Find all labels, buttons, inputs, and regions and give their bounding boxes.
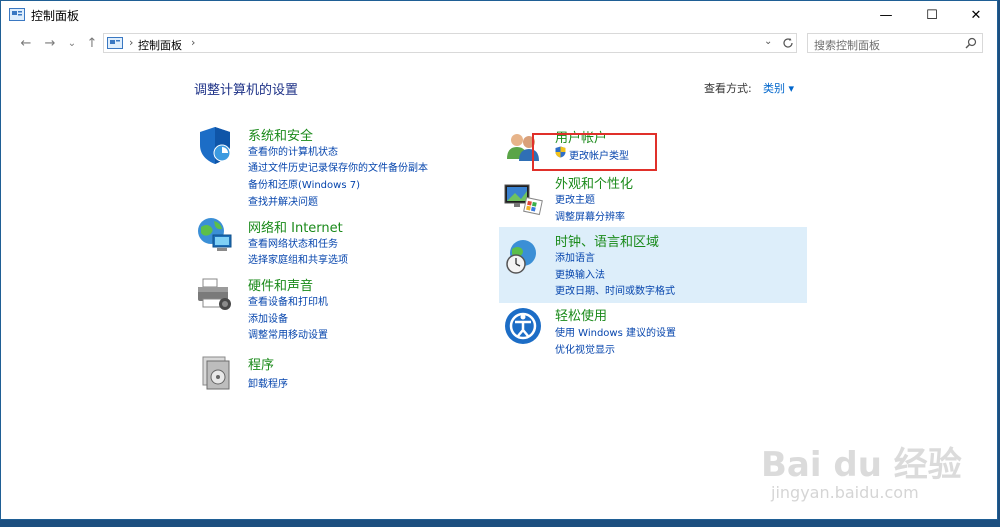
link-change-theme[interactable]: 更改主题 bbox=[555, 191, 595, 206]
category-clock-language-region[interactable]: 时钟、语言和区域 bbox=[555, 231, 659, 250]
link-date-time-format[interactable]: 更改日期、时间或数字格式 bbox=[555, 282, 675, 297]
watermark-logo: Bai du 经验 bbox=[761, 445, 962, 485]
baidu-watermark: Bai du 经验 jingyan.baidu.com bbox=[761, 437, 962, 502]
link-mobility-settings[interactable]: 调整常用移动设置 bbox=[248, 326, 328, 341]
category-ease-of-access[interactable]: 轻松使用 bbox=[555, 305, 607, 324]
link-homegroup-sharing[interactable]: 选择家庭组和共享选项 bbox=[248, 251, 348, 266]
forward-button[interactable]: → bbox=[41, 35, 59, 51]
back-button[interactable]: ← bbox=[17, 35, 35, 51]
link-recommended-settings[interactable]: 使用 Windows 建议的设置 bbox=[555, 324, 676, 339]
link-change-input-method[interactable]: 更换输入法 bbox=[555, 266, 605, 281]
page-title: 调整计算机的设置 bbox=[194, 83, 299, 98]
search-field[interactable]: 搜索控制面板 bbox=[807, 33, 983, 53]
category-appearance[interactable]: 外观和个性化 bbox=[555, 173, 633, 192]
link-screen-resolution[interactable]: 调整屏幕分辨率 bbox=[555, 208, 625, 223]
network-globe-icon[interactable] bbox=[195, 215, 235, 255]
printer-speaker-icon[interactable] bbox=[195, 275, 235, 315]
shield-icon[interactable] bbox=[195, 125, 235, 165]
view-by-label: 查看方式: bbox=[704, 82, 752, 95]
control-panel-icon bbox=[9, 8, 25, 21]
up-button[interactable]: ↑ bbox=[83, 35, 101, 51]
breadcrumb-separator[interactable]: › bbox=[129, 36, 133, 49]
link-backup-restore[interactable]: 备份和还原(Windows 7) bbox=[248, 176, 360, 191]
link-add-language[interactable]: 添加语言 bbox=[555, 249, 595, 264]
link-optimize-visual[interactable]: 优化视觉显示 bbox=[555, 341, 615, 356]
link-file-history-backup[interactable]: 通过文件历史记录保存你的文件备份副本 bbox=[248, 159, 428, 174]
link-network-status[interactable]: 查看网络状态和任务 bbox=[248, 235, 338, 250]
address-dropdown-button[interactable]: ⌄ bbox=[764, 36, 772, 47]
search-placeholder[interactable]: 搜索控制面板 bbox=[814, 37, 880, 53]
close-button[interactable]: ✕ bbox=[953, 1, 999, 29]
link-troubleshoot[interactable]: 查找并解决问题 bbox=[248, 193, 318, 208]
link-devices-printers[interactable]: 查看设备和打印机 bbox=[248, 293, 328, 308]
category-programs[interactable]: 程序 bbox=[248, 354, 274, 373]
link-uninstall-program[interactable]: 卸载程序 bbox=[248, 375, 288, 390]
control-panel-icon bbox=[107, 37, 123, 49]
desktop-edge bbox=[0, 520, 1000, 527]
category-network-internet[interactable]: 网络和 Internet bbox=[248, 217, 343, 236]
breadcrumb-separator[interactable]: › bbox=[191, 36, 195, 49]
view-by-dropdown[interactable]: 类别 ▾ bbox=[763, 80, 794, 96]
title-bar: 控制面板 — ☐ ✕ bbox=[1, 1, 997, 29]
category-hardware-sound[interactable]: 硬件和声音 bbox=[248, 275, 313, 294]
search-icon[interactable] bbox=[965, 37, 977, 49]
refresh-icon[interactable] bbox=[779, 34, 797, 52]
link-add-device[interactable]: 添加设备 bbox=[248, 310, 288, 325]
address-field[interactable]: › 控制面板 › ⌄ bbox=[103, 33, 797, 53]
minimize-button[interactable]: — bbox=[863, 1, 909, 29]
link-view-computer-status[interactable]: 查看你的计算机状态 bbox=[248, 143, 338, 158]
watermark-url: jingyan.baidu.com bbox=[771, 483, 919, 502]
ease-of-access-icon[interactable] bbox=[503, 306, 543, 346]
appearance-icon[interactable] bbox=[503, 179, 543, 219]
highlight-box bbox=[532, 133, 657, 171]
maximize-button[interactable]: ☐ bbox=[909, 1, 955, 29]
programs-icon[interactable] bbox=[197, 351, 237, 391]
breadcrumb-control-panel[interactable]: 控制面板 bbox=[138, 37, 182, 53]
category-system-security[interactable]: 系统和安全 bbox=[248, 125, 313, 144]
control-panel-window: 控制面板 — ☐ ✕ ← → ⌄ ↑ › 控制面板 › ⌄ 搜索控制面板 调整计… bbox=[0, 0, 998, 520]
clock-globe-icon[interactable] bbox=[503, 237, 543, 277]
recent-locations-button[interactable]: ⌄ bbox=[63, 35, 81, 51]
window-title: 控制面板 bbox=[31, 9, 80, 23]
